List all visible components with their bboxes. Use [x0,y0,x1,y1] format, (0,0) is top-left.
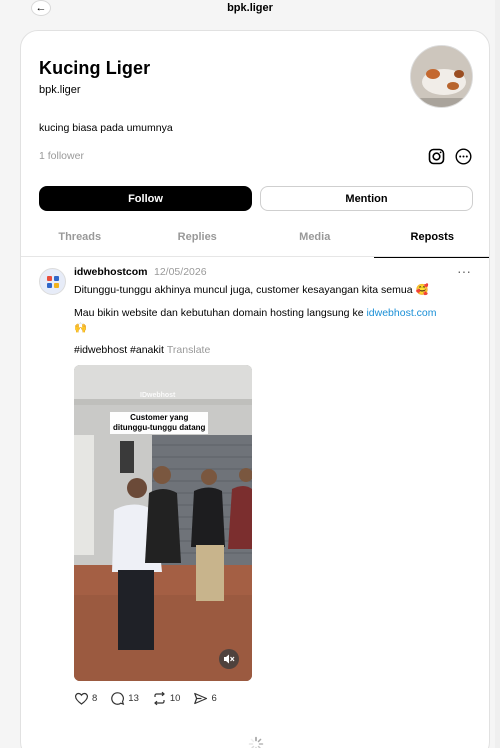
reply-button[interactable]: 13 [110,691,139,706]
post-text-suffix: 🙌 [74,322,88,334]
like-count: 8 [92,692,98,704]
tab-threads[interactable]: Threads [21,225,139,257]
followers-count[interactable]: 1 follower [39,150,84,162]
profile-tabs: Threads Replies Media Reposts [21,225,489,258]
post-author-avatar[interactable] [39,268,66,295]
post-actions: 8 13 10 6 [74,690,230,706]
share-count: 6 [211,692,217,704]
like-button[interactable]: 8 [74,691,97,706]
post-menu-button[interactable]: ··· [457,263,471,279]
translate-link[interactable]: Translate [167,344,210,356]
share-button[interactable]: 6 [193,691,217,706]
comment-icon [111,691,125,705]
tab-reposts[interactable]: Reposts [373,225,489,258]
speaker-muted-icon [224,654,235,664]
more-options-icon[interactable] [455,148,472,165]
profile-handle: bpk.liger [39,84,81,96]
top-bar: ← bpk.liger [0,0,500,18]
loading-spinner-icon [248,736,264,748]
mute-button[interactable] [219,649,239,669]
heart-icon [74,692,89,705]
post-date: 12/05/2026 [154,266,207,278]
post-link[interactable]: idwebhost.com [366,307,436,319]
media-caption: Customer yang ditunggu-tunggu datang [110,412,209,434]
profile-bio: kucing biasa pada umumnya [39,122,173,134]
media-watermark: IDwebhost [140,392,176,399]
reply-count: 13 [128,692,139,704]
repost-count: 10 [169,692,181,704]
profile-name: Kucing Liger [39,58,151,78]
tab-replies[interactable]: Replies [139,225,257,257]
follow-button[interactable]: Follow [39,186,252,211]
post-text-prefix: Mau bikin website dan kebutuhan domain h… [74,307,367,319]
profile-avatar[interactable] [410,45,473,108]
post-media-video[interactable]: IDwebhost Customer yang ditunggu-tunggu … [74,365,252,681]
profile-card: Kucing Liger bpk.liger kucing biasa pada… [20,30,490,748]
repost-icon [153,691,165,705]
instagram-icon[interactable] [428,148,445,165]
idwebhost-logo-icon [46,275,59,288]
repost-button[interactable]: 10 [152,691,181,706]
post-text-line1: Ditunggu-tunggu akhinya muncul juga, cus… [74,284,429,296]
media-caption-line1: Customer yang [130,413,189,422]
media-caption-line2: ditunggu-tunggu datang [113,423,206,432]
tab-media[interactable]: Media [256,225,374,257]
mention-button[interactable]: Mention [260,186,473,211]
page-scrollbar[interactable] [495,0,500,748]
post-text-line2: Mau bikin website dan kebutuhan domain h… [74,306,474,336]
send-icon [194,692,208,704]
post-hashtags: #idwebhost #anakit Translate [74,344,210,356]
hashtag-text[interactable]: #idwebhost #anakit [74,344,164,356]
cat-photo-icon [411,46,472,107]
post-author-name[interactable]: idwebhostcom [74,266,148,278]
page-title: bpk.liger [227,2,273,14]
